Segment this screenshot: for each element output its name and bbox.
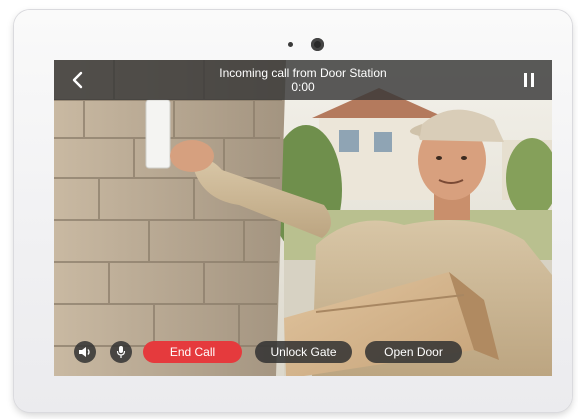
microphone-icon	[116, 346, 126, 358]
call-timer: 0:00	[291, 80, 315, 94]
unlock-gate-button[interactable]: Unlock Gate	[255, 341, 352, 363]
door-camera-feed	[54, 60, 552, 376]
end-call-button[interactable]: End Call	[143, 341, 242, 363]
call-title: Incoming call from Door Station	[219, 66, 387, 80]
microphone-button[interactable]	[110, 341, 132, 363]
camera-lens	[311, 38, 324, 51]
pause-icon	[524, 73, 534, 87]
open-door-button[interactable]: Open Door	[365, 341, 462, 363]
sensor-dot	[288, 42, 293, 47]
call-title-block: Incoming call from Door Station 0:00	[153, 66, 453, 94]
call-controls: End Call Unlock Gate Open Door	[54, 341, 552, 363]
chevron-left-icon	[72, 71, 83, 89]
volume-button[interactable]	[74, 341, 96, 363]
video-screen: Incoming call from Door Station 0:00 End…	[54, 60, 552, 376]
call-status-bar: Incoming call from Door Station 0:00	[54, 60, 552, 100]
back-button[interactable]	[62, 66, 92, 94]
pause-button[interactable]	[514, 66, 544, 94]
speaker-icon	[79, 347, 90, 357]
